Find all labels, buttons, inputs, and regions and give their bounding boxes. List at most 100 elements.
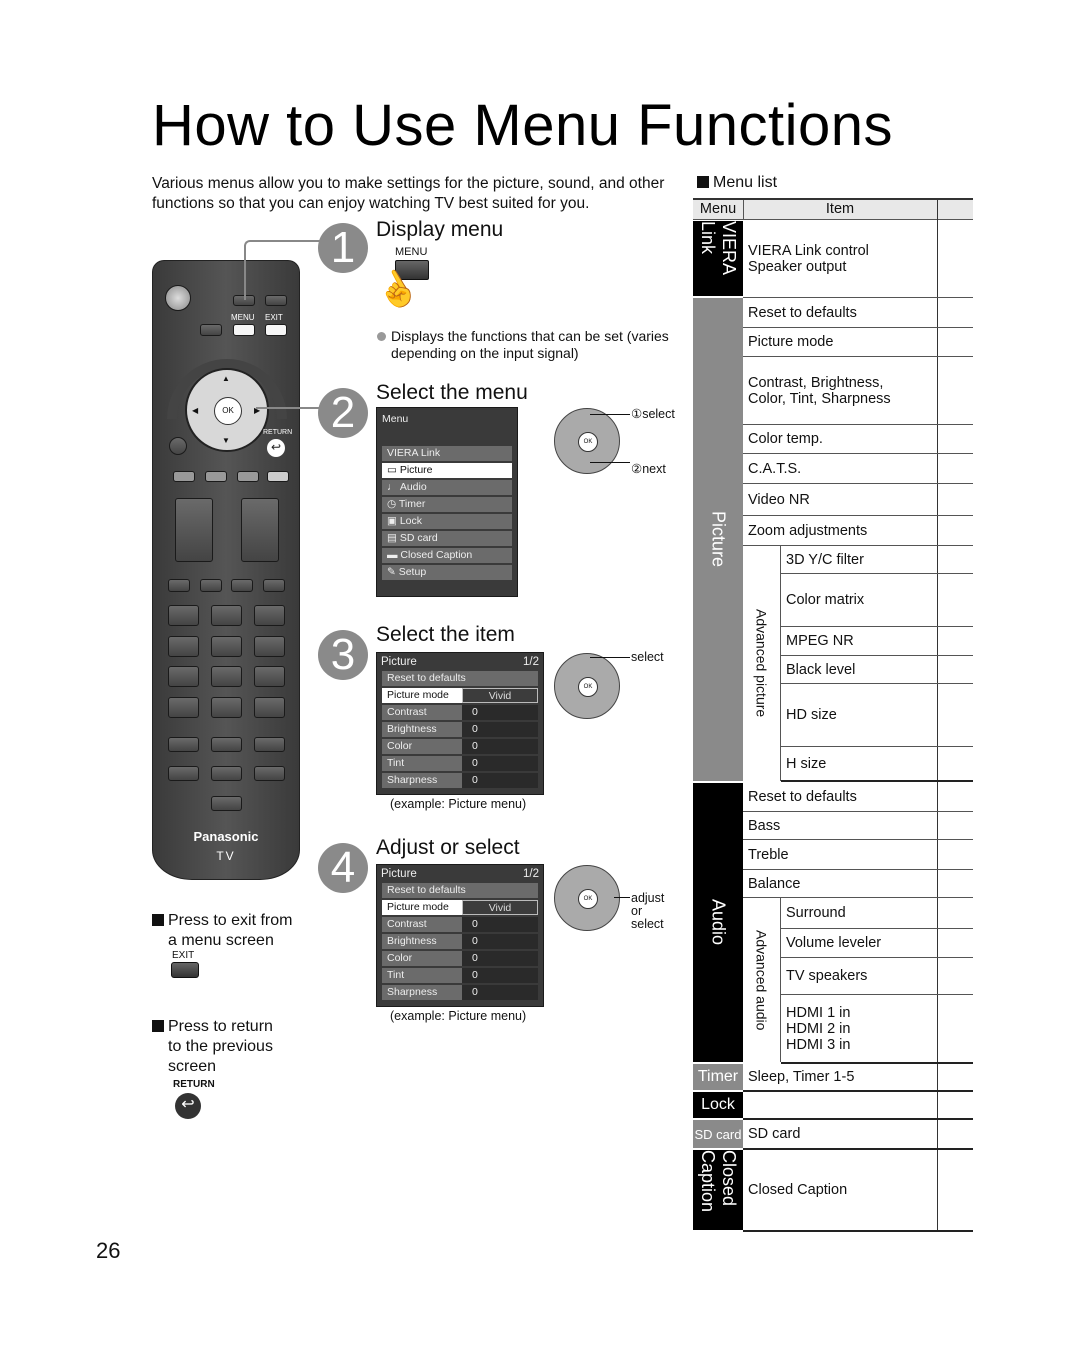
remote-button[interactable] xyxy=(211,766,242,781)
group-lock: Lock xyxy=(693,1092,743,1118)
number-button[interactable] xyxy=(168,697,199,718)
intro-text: Various menus allow you to make settings… xyxy=(152,175,665,212)
menu-item: Black level xyxy=(781,656,973,684)
remote-button[interactable] xyxy=(168,579,190,592)
number-button[interactable] xyxy=(211,666,242,687)
number-button[interactable] xyxy=(211,636,242,657)
clock-icon: ◷ xyxy=(387,498,399,510)
number-button[interactable] xyxy=(211,697,242,718)
callout-line xyxy=(590,462,630,463)
color-button[interactable] xyxy=(205,471,227,482)
osd-item[interactable]: Reset to defaults xyxy=(382,883,538,898)
remote-button[interactable] xyxy=(200,324,222,336)
osd-item[interactable]: Sharpness 0 xyxy=(382,773,538,788)
group-viera-link: VIERA Link xyxy=(693,221,743,296)
example-caption: (example: Picture menu) xyxy=(390,1009,527,1023)
sd-card-icon: ▤ xyxy=(387,532,400,544)
color-button[interactable] xyxy=(237,471,259,482)
remote-button[interactable] xyxy=(168,766,199,781)
osd-item-selected[interactable]: Picture mode Vivid xyxy=(382,900,538,915)
menu-label: MENU xyxy=(231,313,255,322)
osd-menu-item[interactable]: ♩ Audio xyxy=(382,480,512,495)
picture-menu-osd: Picture 1/2 Reset to defaults Picture mo… xyxy=(376,652,544,795)
color-button[interactable] xyxy=(267,471,289,482)
osd-menu-item[interactable]: ▬ Closed Caption xyxy=(382,548,512,563)
number-button[interactable] xyxy=(254,636,285,657)
remote-button[interactable] xyxy=(254,737,285,752)
subgroup-advanced-picture: Advanced picture xyxy=(743,546,781,781)
menu-item: Color temp. xyxy=(743,425,973,454)
remote-button[interactable] xyxy=(263,579,285,592)
number-button[interactable] xyxy=(211,605,242,626)
channel-rocker[interactable] xyxy=(241,498,279,562)
osd-menu-item[interactable]: ▤ SD card xyxy=(382,531,512,546)
menu-item: Treble xyxy=(743,840,973,870)
osd-value[interactable]: Vivid xyxy=(462,688,538,703)
osd-item[interactable]: Contrast 0 xyxy=(382,705,538,720)
osd-menu-item[interactable]: ▣ Lock xyxy=(382,514,512,529)
color-button[interactable] xyxy=(173,471,195,482)
menu-item: VIERA Link control Speaker output xyxy=(743,221,973,298)
arrow-left-icon[interactable]: ◀ xyxy=(192,406,198,415)
remote-button[interactable] xyxy=(168,737,199,752)
dpad[interactable]: OK ▲ ▼ ◀ ▶ xyxy=(185,368,269,452)
callout-select: select xyxy=(631,650,664,664)
osd-item[interactable]: Brightness 0 xyxy=(382,722,538,737)
remote-button[interactable] xyxy=(211,737,242,752)
group-sd-card: SD card xyxy=(693,1120,743,1148)
number-button[interactable] xyxy=(254,666,285,687)
exit-button[interactable] xyxy=(265,324,287,336)
cc-icon: ▬ xyxy=(387,549,401,561)
number-button[interactable] xyxy=(254,605,285,626)
arrow-up-icon[interactable]: ▲ xyxy=(222,374,230,383)
menu-item: Reset to defaults xyxy=(743,298,973,328)
osd-item-selected[interactable]: Picture mode Vivid xyxy=(382,688,538,703)
number-button[interactable] xyxy=(168,605,199,626)
tv-icon: ▭ xyxy=(387,464,400,476)
step-number: 2 xyxy=(318,388,368,438)
callout-line xyxy=(244,240,324,300)
bullet-icon xyxy=(377,332,386,341)
tv-label: TV xyxy=(216,849,236,863)
osd-menu-item-selected[interactable]: ▭ Picture xyxy=(382,463,512,478)
remote-button[interactable] xyxy=(169,437,187,455)
osd-menu-item[interactable]: ✎ Setup xyxy=(382,565,512,580)
osd-item[interactable]: Sharpness 0 xyxy=(382,985,538,1000)
remote-button[interactable] xyxy=(231,579,253,592)
step-title: Select the menu xyxy=(376,381,528,404)
menu-button[interactable] xyxy=(233,324,255,336)
col-item-header: Item xyxy=(825,201,855,217)
brand-logo: Panasonic xyxy=(193,829,259,844)
number-button[interactable] xyxy=(254,697,285,718)
osd-item[interactable]: Tint 0 xyxy=(382,968,538,983)
osd-item[interactable]: Color 0 xyxy=(382,739,538,754)
osd-item[interactable]: Reset to defaults xyxy=(382,671,538,686)
osd-menu-item[interactable]: VIERA Link xyxy=(382,446,512,461)
return-icon[interactable]: ↩ xyxy=(267,439,285,457)
volume-rocker[interactable] xyxy=(175,498,213,562)
dpad-illustration: OK xyxy=(554,408,620,474)
osd-item[interactable]: Color 0 xyxy=(382,951,538,966)
remote-button[interactable] xyxy=(211,796,242,811)
remote-control: MENU EXIT OK ▲ ▼ ◀ ▶ RETURN ↩ Panasonic … xyxy=(152,260,300,880)
osd-item[interactable]: Contrast 0 xyxy=(382,917,538,932)
osd-item[interactable]: Tint 0 xyxy=(382,756,538,771)
osd-value[interactable]: Vivid xyxy=(462,900,538,915)
number-button[interactable] xyxy=(168,636,199,657)
menu-item: Balance xyxy=(743,870,973,898)
step-number: 1 xyxy=(318,223,368,273)
arrow-down-icon[interactable]: ▼ xyxy=(222,436,230,445)
ok-button[interactable]: OK xyxy=(214,397,242,425)
callout-line xyxy=(590,414,630,415)
number-button[interactable] xyxy=(168,666,199,687)
remote-button[interactable] xyxy=(200,579,222,592)
menu-item: Video NR xyxy=(743,484,973,516)
osd-item[interactable]: Brightness 0 xyxy=(382,934,538,949)
example-caption: (example: Picture menu) xyxy=(390,797,527,811)
remote-button[interactable] xyxy=(254,766,285,781)
picture-menu-osd: Picture 1/2 Reset to defaults Picture mo… xyxy=(376,864,544,1007)
step1-note: Displays the functions that can be set (… xyxy=(391,328,669,361)
power-button[interactable] xyxy=(165,285,191,311)
callout-next: ②next xyxy=(631,462,666,476)
osd-menu-item[interactable]: ◷ Timer xyxy=(382,497,512,512)
